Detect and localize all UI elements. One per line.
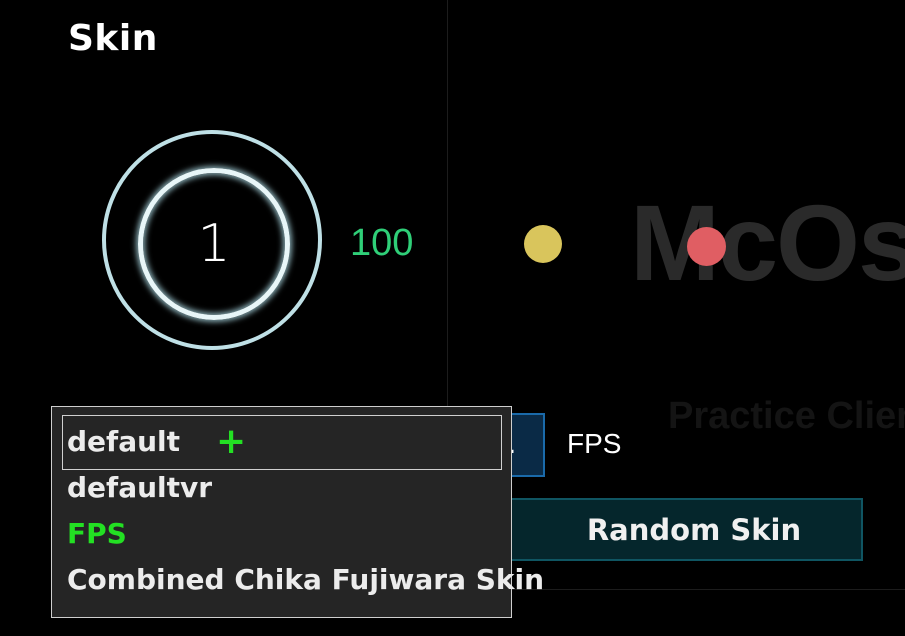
dropdown-item-default[interactable]: default: [67, 425, 180, 458]
accuracy-score: 100: [350, 222, 414, 264]
current-skin-label: FPS: [567, 428, 622, 459]
cursor-plus-icon: +: [216, 421, 247, 462]
random-skin-button[interactable]: Random Skin: [505, 498, 863, 561]
panel-title: Skin: [68, 18, 158, 59]
combo-number: 1: [197, 214, 231, 274]
dropdown-item-defaultvr[interactable]: defaultvr: [67, 471, 212, 504]
bottom-divider: [512, 589, 905, 590]
dropdown-item-fps[interactable]: FPS: [67, 517, 127, 550]
red-dot-icon: [687, 227, 726, 266]
panel-divider: [447, 0, 448, 410]
background-logo: McOs: [630, 182, 905, 303]
yellow-dot-icon: [524, 225, 562, 263]
skin-preview: 1 100: [0, 120, 447, 370]
background-subtitle: Practice Clier: [668, 395, 905, 437]
dropdown-item-combined-chika[interactable]: Combined Chika Fujiwara Skin: [67, 563, 544, 596]
skin-dropdown[interactable]: default + defaultvr FPS Combined Chika F…: [51, 406, 544, 618]
